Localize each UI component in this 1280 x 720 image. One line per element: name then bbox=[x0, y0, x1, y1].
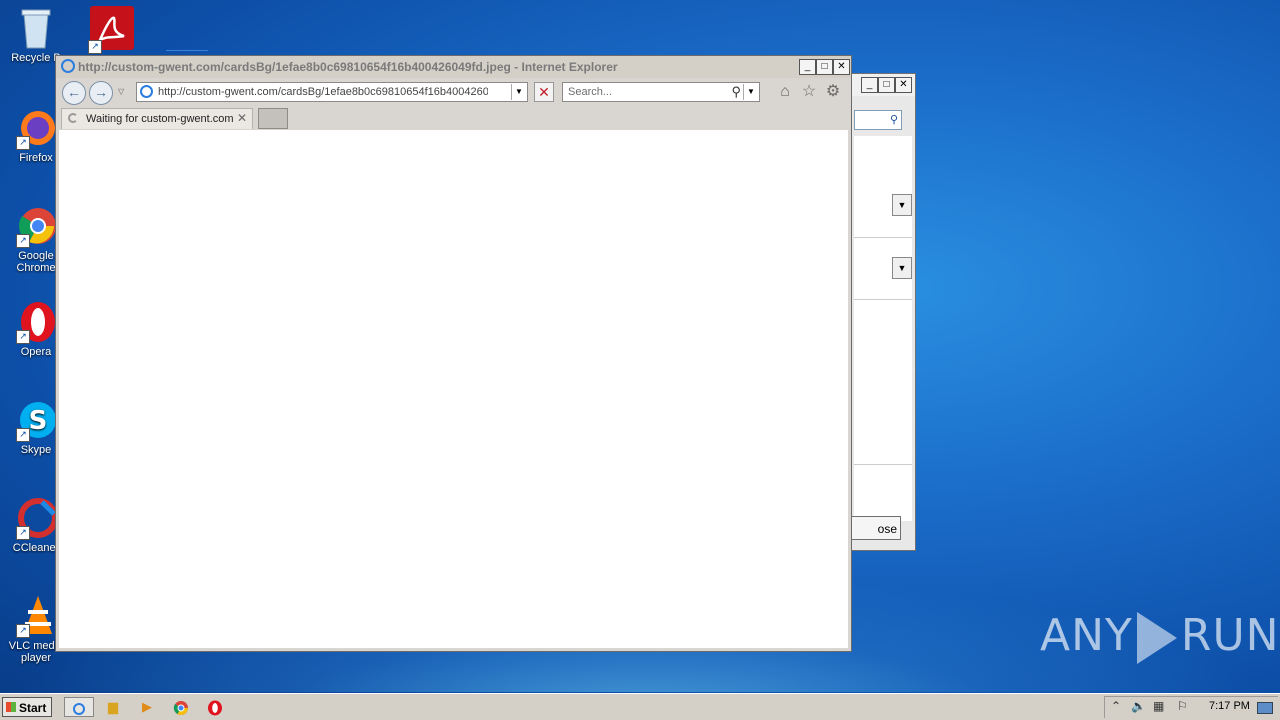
address-url: http://custom-gwent.com/cardsBg/1efae8b0… bbox=[158, 86, 488, 98]
background-dialog: _ □ ✕ ⚲ ▼ ▼ ose bbox=[850, 73, 916, 551]
dropdown-arrow-icon[interactable]: ▼ bbox=[892, 257, 912, 279]
acrobat-icon: ↗ bbox=[88, 6, 134, 54]
start-label: Start bbox=[19, 701, 47, 715]
system-tray: ⌃ 🔈 ▦ ⚐ bbox=[1104, 696, 1278, 718]
opera-taskbar-icon[interactable] bbox=[204, 697, 226, 717]
minimize-icon[interactable]: _ bbox=[799, 59, 816, 75]
windows-logo-icon bbox=[6, 702, 16, 712]
divider bbox=[854, 464, 912, 465]
divider bbox=[854, 237, 912, 238]
forward-button[interactable]: → bbox=[89, 81, 113, 105]
svg-text:S: S bbox=[29, 406, 48, 436]
tab-bar: Waiting for custom-gwent.com ✕ bbox=[56, 106, 851, 130]
search-icon: ⚲ bbox=[889, 114, 898, 126]
clock: 7:17 PM bbox=[1209, 700, 1250, 712]
search-icon[interactable]: ⚲ bbox=[731, 84, 741, 100]
maximize-icon[interactable]: □ bbox=[878, 77, 895, 93]
dialog-search-field[interactable]: ⚲ bbox=[854, 110, 902, 130]
title-bar: http://custom-gwent.com/cardsBg/1efae8b0… bbox=[56, 56, 851, 78]
media-player-icon[interactable]: ▶ bbox=[136, 697, 158, 717]
show-hidden-icons-icon[interactable]: ⌃ bbox=[1111, 699, 1121, 713]
play-logo-icon bbox=[1136, 612, 1177, 664]
search-box[interactable]: Search... ⚲ ▼ bbox=[562, 82, 760, 102]
internet-explorer-window: http://custom-gwent.com/cardsBg/1efae8b0… bbox=[55, 55, 852, 652]
chrome-taskbar-icon[interactable] bbox=[170, 697, 192, 717]
maximize-icon[interactable]: □ bbox=[816, 59, 833, 75]
page-content[interactable] bbox=[59, 130, 848, 648]
address-dropdown-icon[interactable]: ▼ bbox=[511, 84, 526, 100]
explorer-folder-icon[interactable]: ▆ bbox=[102, 697, 124, 717]
new-tab-button[interactable] bbox=[258, 108, 288, 129]
chrome-icon: ↗ bbox=[16, 204, 56, 248]
taskbar: Start ▆ ▶ ⌃ 🔈 ▦ ⚐ 7:17 PM bbox=[0, 693, 1280, 720]
tab-loading[interactable]: Waiting for custom-gwent.com ✕ bbox=[61, 108, 253, 129]
address-bar[interactable]: http://custom-gwent.com/cardsBg/1efae8b0… bbox=[136, 82, 528, 102]
desktop-icon-acrobat[interactable]: ↗ bbox=[80, 6, 144, 54]
back-button[interactable]: ← bbox=[62, 81, 86, 105]
tab-label: Waiting for custom-gwent.com bbox=[86, 113, 234, 125]
ie-logo-icon bbox=[61, 59, 75, 73]
taskbar-ie-button[interactable] bbox=[64, 697, 94, 717]
skype-icon: S ↗ bbox=[16, 398, 56, 442]
close-icon[interactable]: ✕ bbox=[833, 59, 850, 75]
volume-icon[interactable]: 🔈 bbox=[1131, 699, 1146, 713]
navigation-bar: ← → ▽ http://custom-gwent.com/cardsBg/1e… bbox=[56, 78, 851, 106]
firefox-icon: ↗ bbox=[16, 106, 56, 150]
search-placeholder: Search... bbox=[568, 86, 613, 98]
search-dropdown-icon[interactable]: ▼ bbox=[743, 84, 758, 100]
action-center-flag-icon[interactable]: ⚐ bbox=[1177, 699, 1188, 713]
home-icon[interactable]: ⌂ bbox=[775, 82, 795, 102]
show-desktop-icon[interactable] bbox=[1257, 702, 1273, 714]
window-title: http://custom-gwent.com/cardsBg/1efae8b0… bbox=[78, 60, 618, 74]
network-icon[interactable]: ▦ bbox=[1153, 699, 1164, 713]
dialog-close-button[interactable]: ose bbox=[851, 516, 901, 540]
desktop-selection-remnant bbox=[166, 36, 208, 51]
favorites-star-icon[interactable]: ☆ bbox=[799, 82, 819, 102]
dialog-panel: ▼ ▼ bbox=[854, 136, 912, 521]
history-dropdown-icon[interactable]: ▽ bbox=[118, 87, 124, 96]
minimize-icon[interactable]: _ bbox=[861, 77, 878, 93]
anyrun-watermark: ANY RUN bbox=[1040, 610, 1280, 664]
ie-logo-icon bbox=[73, 702, 85, 715]
stop-button[interactable]: ✕ bbox=[534, 82, 554, 102]
tab-close-icon[interactable]: ✕ bbox=[237, 111, 247, 125]
recycle-bin-icon bbox=[16, 6, 56, 50]
dropdown-arrow-icon[interactable]: ▼ bbox=[892, 194, 912, 216]
divider bbox=[854, 299, 912, 300]
start-button[interactable]: Start bbox=[2, 697, 52, 717]
gear-icon[interactable]: ⚙ bbox=[823, 82, 843, 102]
opera-icon: ↗ bbox=[16, 300, 56, 344]
close-icon[interactable]: ✕ bbox=[895, 77, 912, 93]
loading-spinner-icon bbox=[68, 113, 78, 123]
vlc-icon: ↗ bbox=[16, 594, 56, 638]
ccleaner-icon: ↗ bbox=[16, 496, 58, 540]
ie-page-icon bbox=[140, 85, 153, 98]
